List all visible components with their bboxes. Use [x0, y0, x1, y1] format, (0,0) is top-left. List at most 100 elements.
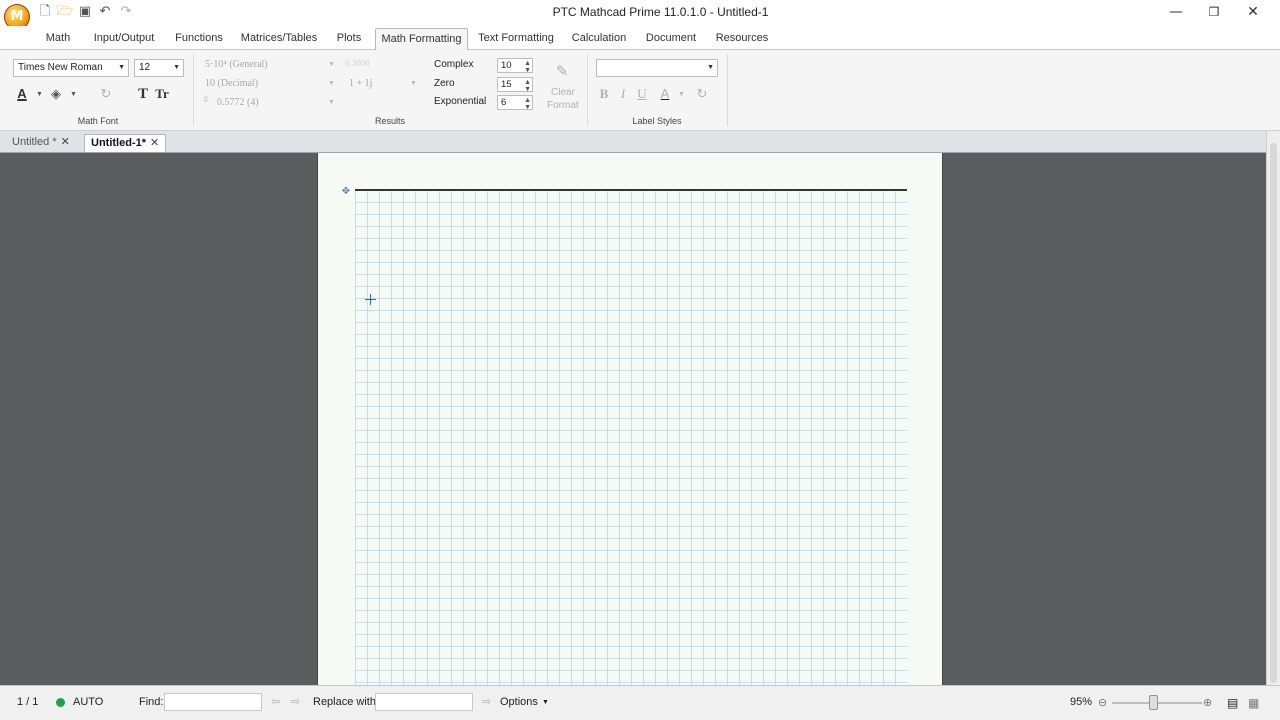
text-style-icon[interactable]: T: [133, 84, 153, 104]
chevron-down-icon: ▼: [328, 61, 335, 68]
underline-icon[interactable]: U: [632, 84, 652, 104]
math-font-dropdown[interactable]: Times New Roman ▼: [13, 59, 129, 77]
chevron-down-icon: ▼: [173, 64, 180, 71]
chevron-down-icon[interactable]: ▼: [70, 91, 77, 98]
label-style-dropdown[interactable]: ▼: [596, 59, 718, 77]
italic-icon[interactable]: I: [613, 84, 633, 104]
exponential-threshold-value: 6: [501, 97, 507, 108]
complex-threshold-value: 10: [501, 60, 512, 71]
highlight-color-icon[interactable]: ◈: [46, 84, 66, 104]
tab-matrices-tables[interactable]: Matrices/Tables: [240, 28, 318, 50]
window-title: PTC Mathcad Prime 11.0.1.0 - Untitled-1: [552, 5, 769, 19]
header-divider: [355, 189, 907, 191]
title-bar: M 🗋 🗁 ▣ ↶ ↷ PTC Mathcad Prime 11.0.1.0 -…: [0, 0, 1280, 30]
zoom-slider-thumb[interactable]: [1149, 695, 1158, 710]
page-indicator: 1 / 1: [17, 696, 39, 708]
minimize-button[interactable]: —: [1156, 2, 1196, 22]
math-font-size-value: 12: [139, 62, 151, 73]
decimal-format-selector[interactable]: 10 (Decimal): [205, 78, 258, 89]
chevron-down-icon: ▼: [328, 99, 335, 106]
replace-input[interactable]: [375, 693, 473, 711]
chevron-down-icon: ▼: [118, 64, 125, 71]
tab-resources[interactable]: Resources: [714, 28, 770, 50]
document-tab-strip: Untitled * ✕ Untitled-1* ✕: [0, 131, 1280, 153]
scrollbar-thumb[interactable]: [1270, 143, 1277, 683]
restore-button[interactable]: ❐: [1194, 2, 1234, 22]
tab-plots[interactable]: Plots: [332, 28, 366, 50]
page-view-icon[interactable]: ▤: [1227, 696, 1238, 710]
math-font-group-label: Math Font: [77, 116, 119, 126]
results-group-label: Results: [374, 116, 405, 126]
worksheet-page[interactable]: ✥: [317, 153, 943, 685]
chevron-down-icon: ▼: [328, 80, 335, 87]
worksheet-area[interactable]: ✥: [0, 153, 1266, 685]
reset-label-icon[interactable]: ↻: [692, 84, 712, 104]
zero-threshold-value: 15: [501, 79, 512, 90]
chevron-down-icon: ▼: [410, 80, 417, 87]
label-font-color-icon[interactable]: A: [655, 84, 675, 104]
tab-math-formatting[interactable]: Math Formatting: [375, 28, 468, 51]
chevron-down-icon[interactable]: ▼: [542, 699, 549, 706]
eraser-icon: ✎: [555, 63, 569, 80]
chevron-down-icon[interactable]: ▼: [678, 91, 685, 98]
tab-input-output[interactable]: Input/Output: [90, 28, 158, 50]
zoom-out-icon[interactable]: ⊖: [1098, 696, 1107, 709]
general-format-value: 0.3000: [345, 58, 370, 68]
options-button[interactable]: Options: [500, 696, 538, 708]
ribbon-tabs: Math Input/Output Functions Matrices/Tab…: [0, 26, 1280, 72]
ribbon-panel: Times New Roman ▼ 12 ▼ A ▼ ◈ ▼ ↻ T Tr Ma…: [0, 50, 1280, 131]
find-input[interactable]: [164, 693, 262, 711]
calc-status-indicator: [56, 698, 65, 707]
vertical-scrollbar[interactable]: [1266, 131, 1280, 685]
find-next-icon[interactable]: ⇨: [291, 695, 300, 708]
chevron-down-icon: ▼: [707, 64, 714, 71]
close-icon[interactable]: ✕: [61, 136, 70, 148]
find-previous-icon[interactable]: ⇦: [271, 695, 280, 708]
precision-spinner-icon[interactable]: ⇳: [202, 94, 210, 105]
document-tab-label: Untitled *: [12, 136, 57, 148]
zero-threshold-stepper[interactable]: 15 ▲ ▼: [497, 77, 533, 93]
replace-icon[interactable]: ⇨: [482, 695, 491, 708]
find-label: Find:: [139, 696, 164, 708]
clear-format-label-2[interactable]: Format: [547, 100, 579, 111]
tab-functions[interactable]: Functions: [172, 28, 226, 50]
document-tab-label: Untitled-1*: [91, 137, 146, 149]
zoom-level: 95%: [1070, 696, 1093, 708]
bold-icon[interactable]: B: [594, 84, 614, 104]
label-styles-group-label: Label Styles: [632, 116, 682, 126]
math-font-size-dropdown[interactable]: 12 ▼: [134, 59, 184, 77]
precision-format-selector[interactable]: 0.5772 (4): [217, 97, 259, 108]
complex-threshold-stepper[interactable]: 10 ▲ ▼: [497, 58, 533, 74]
general-format-selector[interactable]: 5·10⁴ (General): [205, 59, 268, 70]
group-divider: [587, 54, 588, 126]
zero-label: Zero: [434, 78, 455, 89]
worksheet-grid[interactable]: [355, 190, 907, 685]
exponential-label: Exponential: [434, 96, 487, 107]
zoom-in-icon[interactable]: ⊕: [1203, 696, 1212, 709]
clear-format-label-1[interactable]: Clear: [551, 87, 575, 98]
draft-view-icon[interactable]: ▦: [1248, 696, 1259, 710]
math-font-value: Times New Roman: [18, 62, 103, 73]
reset-font-icon[interactable]: ↻: [96, 84, 116, 104]
calc-mode-label[interactable]: AUTO: [73, 696, 103, 708]
header-anchor-icon[interactable]: ✥: [341, 187, 351, 197]
complex-format-selector[interactable]: 1 + 1j: [349, 78, 372, 89]
complex-label: Complex: [434, 59, 474, 70]
tab-text-formatting[interactable]: Text Formatting: [477, 28, 555, 50]
status-bar: 1 / 1 AUTO Find: ⇦ ⇨ Replace with: ⇨ Opt…: [0, 685, 1280, 720]
chevron-down-icon[interactable]: ▼: [36, 91, 43, 98]
exponential-threshold-stepper[interactable]: 6 ▲ ▼: [497, 95, 533, 111]
close-button[interactable]: ✕: [1233, 2, 1273, 22]
tab-math[interactable]: Math: [38, 28, 78, 50]
font-color-icon[interactable]: A: [12, 84, 32, 104]
tab-document[interactable]: Document: [644, 28, 698, 50]
document-tab-untitled-1[interactable]: Untitled-1* ✕: [84, 134, 167, 152]
document-tab-untitled[interactable]: Untitled * ✕: [6, 134, 76, 152]
replace-label: Replace with:: [313, 696, 380, 708]
close-icon[interactable]: ✕: [150, 137, 159, 149]
spin-down-icon[interactable]: ▼: [524, 101, 531, 114]
group-divider: [727, 54, 728, 126]
tab-calculation[interactable]: Calculation: [569, 28, 629, 50]
text-style-small-icon[interactable]: Tr: [152, 84, 172, 104]
group-divider: [193, 54, 194, 126]
